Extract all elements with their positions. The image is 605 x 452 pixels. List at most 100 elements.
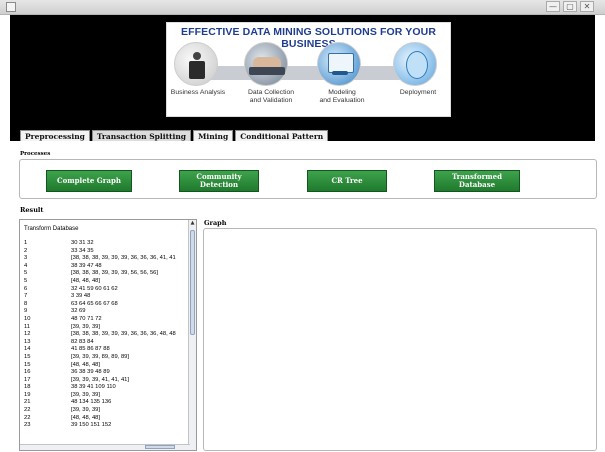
list-item: 4 38 39 47 48 [24, 263, 190, 271]
row-value: 48 134 135 136 [71, 399, 112, 406]
row-value: [38, 38, 38, 39, 39, 39, 36, 36, 36, 48,… [71, 331, 176, 338]
banner-image: EFFECTIVE DATA MINING SOLUTIONS FOR YOUR… [166, 22, 451, 117]
processes-label: Processes [20, 151, 51, 157]
horizontal-scrollbar[interactable] [20, 444, 190, 450]
result-text-area[interactable]: Transform Database 1 30 31 32 2 33 34 35 3 [3… [19, 219, 197, 451]
row-value: [39, 39, 39, 89, 89, 89] [71, 353, 130, 360]
deployment-icon [393, 42, 437, 86]
result-label: Result [20, 206, 44, 214]
list-item: 11 [39, 39, 39] [24, 324, 190, 332]
row-number: 15 [24, 361, 31, 368]
list-item: 19 [39, 39, 39] [24, 392, 190, 400]
stage-caption-2: Data Collection and Validation [247, 89, 295, 104]
tab-conditional-pattern[interactable]: Conditional Pattern [235, 130, 329, 141]
list-item: 6 32 41 59 60 61 62 [24, 286, 190, 294]
row-number: 8 [24, 300, 28, 307]
row-value: [39, 39, 39] [71, 407, 101, 414]
row-number: 11 [24, 323, 31, 330]
list-item: 2 33 34 35 [24, 248, 190, 256]
row-number: 22 [24, 407, 31, 414]
row-number: 7 [24, 293, 28, 300]
list-item: 1 30 31 32 [24, 240, 190, 248]
row-number: 13 [24, 338, 31, 345]
complete-graph-button[interactable]: Complete Graph [46, 170, 132, 192]
row-number: 10 [24, 315, 31, 322]
list-item: 18 38 39 41 109 110 [24, 384, 190, 392]
row-number: 6 [24, 285, 28, 292]
row-value: [48, 48, 48] [71, 414, 101, 421]
row-value: 41 85 86 87 88 [71, 346, 110, 353]
list-item: 13 82 83 84 [24, 339, 190, 347]
list-item: 14 41 85 86 87 88 [24, 346, 190, 354]
minimize-icon[interactable]: — [546, 1, 560, 12]
row-number: 23 [24, 422, 31, 429]
list-item: 5 [48, 48, 48] [24, 278, 190, 286]
graph-label: Graph [204, 219, 227, 227]
list-item: 16 36 38 39 48 89 [24, 369, 190, 377]
list-item: 22 [39, 39, 39] [24, 407, 190, 415]
row-number: 14 [24, 346, 31, 353]
community-detection-button[interactable]: Community Detection [179, 170, 259, 192]
row-value: 82 83 84 [71, 338, 94, 345]
tab-preprocessing[interactable]: Preprocessing [20, 130, 90, 141]
transformed-database-button[interactable]: Transformed Database [434, 170, 520, 192]
row-number: 17 [24, 376, 31, 383]
list-item: 3 [38, 38, 38, 39, 39, 39, 36, 36, 36, 41… [24, 255, 190, 263]
row-value: 38 39 47 48 [71, 262, 102, 269]
row-number: 18 [24, 384, 31, 391]
row-number: 5 [24, 270, 28, 277]
row-value: [38, 38, 38, 39, 39, 39, 36, 36, 36, 41,… [71, 255, 176, 262]
list-item: 12 [38, 38, 38, 39, 39, 39, 36, 36, 36, 4… [24, 331, 190, 339]
maximize-icon[interactable]: ▢ [563, 1, 577, 12]
cr-tree-button[interactable]: CR Tree [307, 170, 387, 192]
row-value: [39, 39, 39, 41, 41, 41] [71, 376, 130, 383]
result-list-title: Transform Database [24, 226, 79, 232]
list-item: 23 39 150 151 152 [24, 422, 190, 430]
row-value: 30 31 32 [71, 240, 94, 246]
tab-bar: Preprocessing Transaction Splitting Mini… [20, 130, 330, 141]
row-value: 3 39 48 [71, 293, 91, 300]
list-item: 5 [38, 38, 38, 39, 39, 39, 56, 56, 56] [24, 270, 190, 278]
list-item: 21 48 134 135 136 [24, 399, 190, 407]
horizontal-scrollbar-thumb[interactable] [145, 445, 175, 449]
row-number: 2 [24, 247, 28, 254]
row-value: 36 38 39 48 89 [71, 369, 110, 376]
row-value: 32 69 [71, 308, 86, 315]
scroll-up-icon[interactable]: ▲ [189, 220, 196, 227]
data-collection-icon [244, 42, 288, 86]
business-analysis-icon [174, 42, 218, 86]
row-number: 1 [24, 240, 28, 246]
row-value: [39, 39, 39] [71, 391, 101, 398]
row-number: 15 [24, 353, 31, 360]
row-value: [39, 39, 39] [71, 323, 101, 330]
row-number: 9 [24, 308, 28, 315]
row-value: 48 70 71 72 [71, 315, 102, 322]
tab-mining[interactable]: Mining [193, 130, 234, 141]
row-value: [48, 48, 48] [71, 361, 101, 368]
row-value: 32 41 59 60 61 62 [71, 285, 118, 292]
modeling-icon [317, 42, 361, 86]
row-number: 19 [24, 391, 31, 398]
close-icon[interactable]: ✕ [580, 1, 594, 12]
list-item: 17 [39, 39, 39, 41, 41, 41] [24, 377, 190, 385]
list-item: 7 3 39 48 [24, 293, 190, 301]
stage-caption-3: Modeling and Evaluation [319, 89, 365, 104]
stage-caption-1: Business Analysis [170, 89, 226, 96]
row-number: 21 [24, 399, 31, 406]
vertical-scrollbar[interactable]: ▲ [188, 220, 196, 450]
list-item: 15 [48, 48, 48] [24, 362, 190, 370]
row-value: 38 39 41 109 110 [71, 384, 116, 391]
row-value: 33 34 35 [71, 247, 94, 254]
list-item: 10 48 70 71 72 [24, 316, 190, 324]
list-item: 22 [48, 48, 48] [24, 415, 190, 423]
app-icon [6, 2, 16, 12]
banner-connector-bar [203, 66, 418, 80]
row-number: 12 [24, 331, 31, 338]
row-number: 4 [24, 262, 28, 269]
row-number: 5 [24, 277, 28, 284]
result-rows: 1 30 31 32 2 33 34 35 3 [38, 38, 38, 39, 39, … [24, 240, 190, 430]
list-item: 15 [39, 39, 39, 89, 89, 89] [24, 354, 190, 362]
row-value: [38, 38, 38, 39, 39, 39, 56, 56, 56] [71, 270, 159, 277]
scrollbar-thumb[interactable] [190, 230, 195, 335]
tab-transaction-splitting[interactable]: Transaction Splitting [91, 130, 192, 141]
